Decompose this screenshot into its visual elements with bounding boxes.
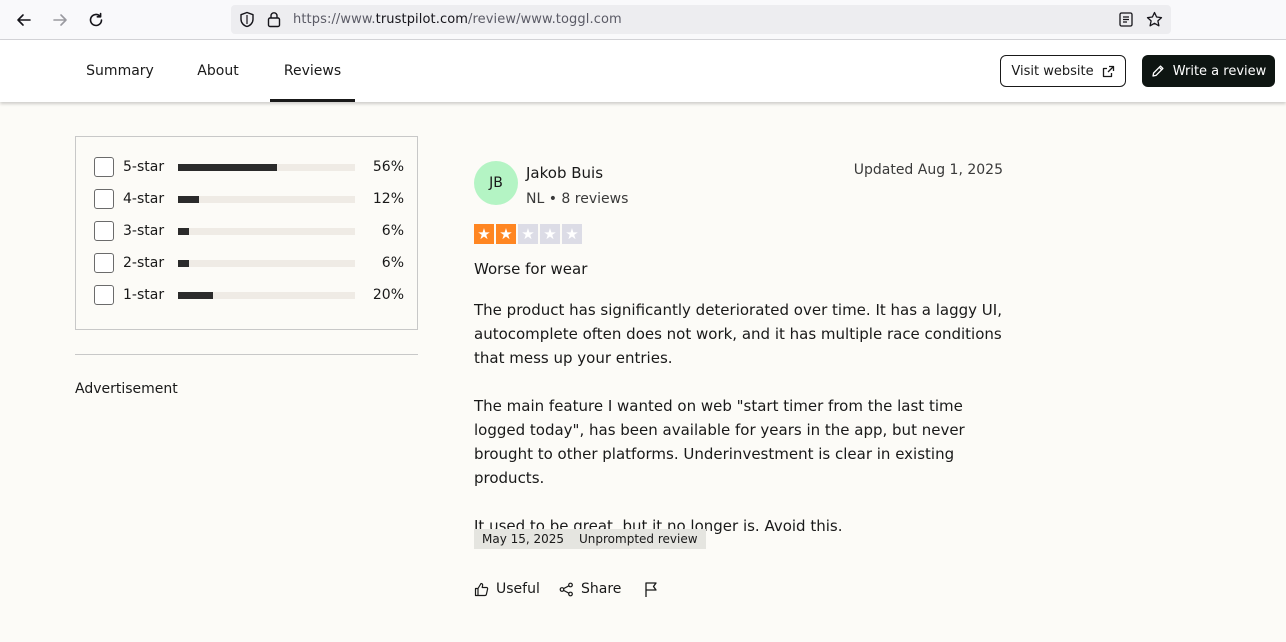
flag-icon — [645, 581, 657, 597]
url-prefix: https://www. — [293, 12, 376, 27]
checkbox[interactable] — [94, 253, 114, 273]
avatar[interactable]: JB — [474, 161, 518, 205]
site-nav: Summary About Reviews Visit website Writ… — [0, 40, 1286, 102]
filter-percent: 56% — [372, 159, 404, 175]
rating-bar-fill — [178, 164, 278, 171]
rating-bar — [178, 260, 355, 267]
rating-bar — [178, 228, 355, 235]
unprompted-review-tag[interactable]: Unprompted review — [571, 529, 706, 549]
star-icon: ★ — [496, 224, 516, 244]
star-icon: ★ — [474, 224, 494, 244]
address-bar[interactable]: https://www.trustpilot.com/review/www.to… — [231, 5, 1171, 34]
external-link-icon — [1102, 65, 1114, 77]
review-paragraph: The product has significantly deteriorat… — [474, 301, 1002, 367]
filter-percent: 6% — [381, 255, 404, 271]
avatar-initials: JB — [489, 175, 503, 191]
filter-row-4-star[interactable]: 4-star 12% — [94, 189, 404, 211]
filter-percent: 6% — [381, 223, 404, 239]
advertisement-label: Advertisement — [75, 381, 178, 397]
thumbs-up-icon — [474, 582, 489, 596]
url-text: https://www.trustpilot.com/review/www.to… — [293, 12, 622, 27]
write-review-button[interactable]: Write a review — [1142, 55, 1275, 87]
reader-view-icon[interactable] — [1119, 12, 1133, 27]
tab-label: Summary — [86, 63, 154, 79]
rating-bar — [178, 292, 355, 299]
share-icon — [559, 582, 573, 596]
lock-icon — [267, 12, 281, 28]
filter-label: 3-star — [123, 223, 165, 239]
review-title[interactable]: Worse for wear — [474, 260, 587, 278]
reload-icon — [89, 12, 103, 27]
visit-website-button[interactable]: Visit website — [1000, 55, 1126, 87]
filter-label: 5-star — [123, 159, 165, 175]
filter-percent: 20% — [372, 287, 404, 303]
tab-label: Reviews — [283, 63, 342, 79]
filter-percent: 12% — [372, 191, 404, 207]
filter-row-3-star[interactable]: 3-star 6% — [94, 221, 404, 243]
rating-bar-fill — [178, 228, 189, 235]
rating-bar-fill — [178, 196, 200, 203]
write-review-label: Write a review — [1172, 63, 1267, 79]
url-path: /review/www.toggl.com — [468, 12, 622, 27]
shield-icon — [240, 11, 254, 28]
reviewer-meta: NL • 8 reviews — [526, 191, 629, 207]
bookmark-star-icon[interactable] — [1146, 11, 1163, 28]
tab-reviews[interactable]: Reviews — [270, 40, 355, 102]
filter-row-1-star[interactable]: 1-star 20% — [94, 285, 404, 307]
arrow-right-icon — [53, 14, 67, 26]
checkbox[interactable] — [94, 285, 114, 305]
pencil-icon — [1152, 65, 1164, 77]
filter-label: 1-star — [123, 287, 165, 303]
review-date-tag: May 15, 2025 — [474, 529, 573, 549]
visit-website-label: Visit website — [1011, 63, 1094, 79]
sidebar-divider — [75, 354, 418, 355]
share-label: Share — [581, 581, 622, 597]
url-host: trustpilot.com — [375, 12, 469, 27]
tab-summary[interactable]: Summary — [80, 40, 160, 102]
useful-label: Useful — [496, 581, 540, 597]
tab-label: About — [197, 63, 239, 79]
rating-bar-fill — [178, 260, 189, 267]
review-updated-date: Updated Aug 1, 2025 — [853, 162, 1003, 178]
share-button[interactable]: Share — [559, 580, 621, 598]
browser-toolbar: https://www.trustpilot.com/review/www.to… — [0, 0, 1286, 40]
checkbox[interactable] — [94, 221, 114, 241]
arrow-left-icon — [17, 14, 31, 26]
reviewer-name[interactable]: Jakob Buis — [526, 164, 603, 182]
review-paragraph: The main feature I wanted on web "start … — [474, 397, 965, 487]
review-body: The product has significantly deteriorat… — [474, 298, 1014, 562]
star-icon: ★ — [540, 224, 560, 244]
rating-bar — [178, 196, 355, 203]
filter-row-2-star[interactable]: 2-star 6% — [94, 253, 404, 275]
rating-bar — [178, 164, 355, 171]
filter-label: 2-star — [123, 255, 165, 271]
tab-about[interactable]: About — [185, 40, 251, 102]
rating-bar-fill — [178, 292, 214, 299]
filter-label: 4-star — [123, 191, 165, 207]
useful-button[interactable]: Useful — [474, 580, 540, 598]
back-button[interactable] — [12, 8, 36, 32]
report-button[interactable] — [644, 580, 659, 598]
checkbox[interactable] — [94, 157, 114, 177]
star-rating: ★ ★ ★ ★ ★ — [474, 224, 582, 244]
checkbox[interactable] — [94, 189, 114, 209]
filter-row-5-star[interactable]: 5-star 56% — [94, 157, 404, 179]
star-icon: ★ — [562, 224, 582, 244]
star-icon: ★ — [518, 224, 538, 244]
reload-button[interactable] — [84, 8, 108, 32]
rating-filter: 5-star 56% 4-star 12% 3-star 6% 2-star 6… — [75, 136, 418, 330]
forward-button[interactable] — [48, 8, 72, 32]
